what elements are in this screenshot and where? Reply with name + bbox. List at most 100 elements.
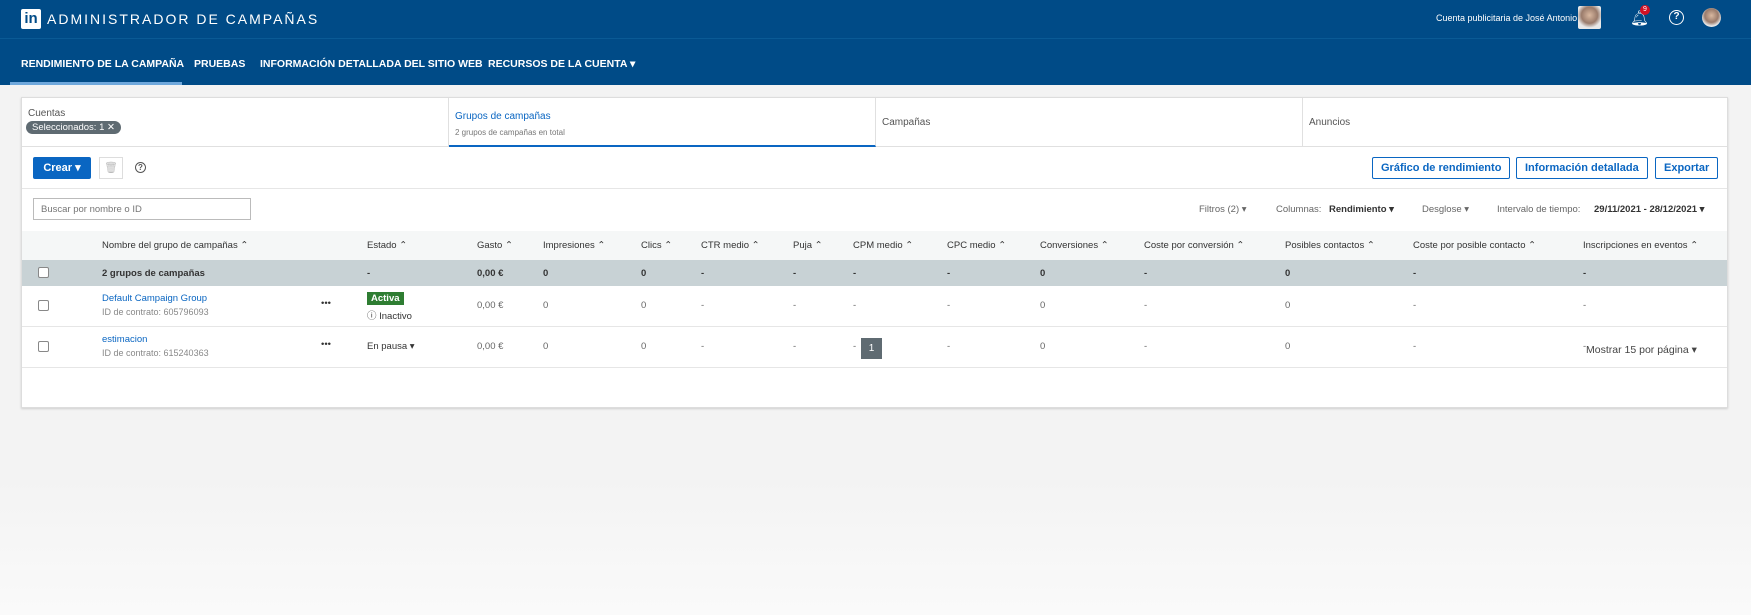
campaign-group-link[interactable]: Default Campaign Group — [102, 293, 207, 304]
app-title: ADMINISTRADOR DE CAMPAÑAS — [47, 11, 320, 27]
date-range-dropdown[interactable]: 29/11/2021 - 28/12/2021 ▾ — [1594, 204, 1704, 215]
filters-dropdown[interactable]: Filtros (2) ▾ — [1199, 204, 1247, 215]
summary-cell: 0 — [1040, 268, 1046, 279]
nav-tests[interactable]: PRUEBAS — [194, 58, 245, 70]
data-cell: 0 — [1285, 341, 1291, 352]
column-header[interactable]: Estado ⌃ — [367, 240, 407, 251]
data-cell: 0 — [543, 341, 549, 352]
top-bar: in ADMINISTRADOR DE CAMPAÑAS Cuenta publ… — [0, 0, 1751, 39]
column-header[interactable]: Conversiones ⌃ — [1040, 240, 1109, 251]
date-range-label: Intervalo de tiempo: — [1497, 204, 1581, 215]
summary-cell: 0 — [543, 268, 549, 279]
data-cell: 0 — [1040, 341, 1046, 352]
columns-dropdown[interactable]: Rendimiento ▾ — [1329, 204, 1394, 215]
tab-ads[interactable]: Anuncios — [1303, 98, 1727, 147]
tab-accounts[interactable]: Cuentas Seleccionados: 1 ✕ — [22, 98, 449, 147]
data-cell: - — [853, 300, 857, 311]
data-cell: 0 — [1040, 300, 1046, 311]
more-actions-icon[interactable]: ••• — [321, 339, 331, 350]
data-cell: - — [701, 341, 705, 352]
column-header[interactable]: Coste por posible contacto ⌃ — [1413, 240, 1536, 251]
column-header[interactable]: Inscripciones en eventos ⌃ — [1583, 240, 1698, 251]
table-header: Nombre del grupo de campañas ⌃ Estado ⌃ Ga… — [22, 231, 1727, 260]
columns-value: Rendimiento ▾ — [1329, 204, 1394, 215]
summary-cell: 2 grupos de campañas — [102, 268, 205, 279]
help-icon[interactable]: ? — [1669, 10, 1684, 25]
column-header[interactable]: Coste por conversión ⌃ — [1144, 240, 1244, 251]
data-cell: - — [853, 341, 857, 352]
more-actions-icon[interactable]: ••• — [321, 298, 331, 309]
column-header[interactable]: Nombre del grupo de campañas ⌃ — [102, 240, 248, 251]
contract-id: ID de contrato: 605796093 — [102, 307, 209, 317]
selected-accounts-chip[interactable]: Seleccionados: 1 ✕ — [26, 121, 121, 134]
column-header[interactable]: Puja ⌃ — [793, 240, 823, 251]
data-cell: - — [793, 341, 797, 352]
summary-cell: - — [1583, 268, 1587, 279]
summary-cell: 0 — [1285, 268, 1291, 279]
insights-button[interactable]: Información detallada — [1516, 157, 1648, 179]
export-button[interactable]: Exportar — [1655, 157, 1719, 179]
user-avatar[interactable] — [1702, 8, 1721, 27]
substatus: ⓘ Inactivo — [367, 311, 412, 322]
row-checkbox[interactable] — [38, 341, 49, 352]
summary-cell: - — [367, 268, 371, 279]
column-header[interactable]: CPC medio ⌃ — [947, 240, 1006, 251]
data-cell: 0,00 € — [477, 341, 504, 352]
data-cell: - — [1583, 300, 1587, 311]
column-header[interactable]: CPM medio ⌃ — [853, 240, 913, 251]
tab-subtitle: 2 grupos de campañas en total — [455, 128, 565, 137]
campaign-groups-panel: Cuentas Seleccionados: 1 ✕ Grupos de cam… — [21, 97, 1728, 408]
column-header[interactable]: Impresiones ⌃ — [543, 240, 605, 251]
summary-cell: - — [701, 268, 705, 279]
row-checkbox[interactable] — [38, 300, 49, 311]
tab-label: Grupos de campañas — [455, 111, 551, 122]
data-cell: - — [947, 341, 951, 352]
notification-badge: 9 — [1640, 5, 1650, 15]
column-header[interactable]: Gasto ⌃ — [477, 240, 513, 251]
summary-cell: 0 — [641, 268, 647, 279]
column-header[interactable]: CTR medio ⌃ — [701, 240, 760, 251]
breakdown-dropdown[interactable]: Desglose ▾ — [1422, 204, 1469, 215]
column-header[interactable]: Clics ⌃ — [641, 240, 672, 251]
columns-label: Columnas: — [1276, 204, 1322, 215]
campaign-group-link[interactable]: estimacion — [102, 334, 147, 345]
account-avatar[interactable] — [1578, 6, 1601, 29]
account-name[interactable]: Cuenta publicitaria de José Antonio — [1436, 13, 1577, 23]
summary-cell: - — [1413, 268, 1417, 279]
data-cell: - — [947, 300, 951, 311]
tab-campaign-groups[interactable]: Grupos de campañas 2 grupos de campañas … — [449, 98, 876, 147]
tab-label: Campañas — [882, 117, 931, 128]
nav-campaign-performance[interactable]: RENDIMIENTO DE LA CAMPAÑA — [21, 58, 184, 70]
column-header[interactable]: Posibles contactos ⌃ — [1285, 240, 1375, 251]
summary-cell: - — [947, 268, 951, 279]
search-input[interactable] — [33, 198, 251, 220]
nav-website-insights[interactable]: INFORMACIÓN DETALLADA DEL SITIO WEB — [260, 58, 483, 70]
data-cell: 0 — [641, 300, 647, 311]
linkedin-logo[interactable]: in — [21, 9, 41, 29]
data-cell: 0,00 € — [477, 300, 504, 311]
nav-account-resources[interactable]: RECURSOS DE LA CUENTA ▾ — [488, 58, 635, 70]
summary-cell: - — [853, 268, 857, 279]
status-dropdown[interactable]: En pausa ▾ — [367, 341, 415, 352]
create-button[interactable]: Crear ▾ — [33, 157, 91, 179]
active-nav-indicator — [10, 82, 182, 85]
data-cell: - — [1144, 341, 1148, 352]
data-cell: - — [1144, 300, 1148, 311]
data-cell: - — [1413, 300, 1417, 311]
tab-label: Cuentas — [28, 108, 66, 119]
data-cell: 0 — [543, 300, 549, 311]
tab-campaigns[interactable]: Campañas — [876, 98, 1303, 147]
delete-button[interactable]: 🗑 — [99, 157, 123, 179]
help-icon[interactable]: ? — [135, 162, 146, 173]
contract-id: ID de contrato: 615240363 — [102, 348, 209, 358]
summary-cell: 0,00 € — [477, 268, 504, 279]
data-cell: - — [793, 300, 797, 311]
page-1-button[interactable]: 1 — [861, 338, 882, 359]
summary-cell: - — [1144, 268, 1148, 279]
data-cell: 0 — [1285, 300, 1291, 311]
data-cell: - — [701, 300, 705, 311]
performance-chart-button[interactable]: Gráfico de rendimiento — [1372, 157, 1511, 179]
per-page-dropdown[interactable]: Mostrar 15 por página ▾ — [1586, 344, 1697, 356]
data-cell: - — [1413, 341, 1417, 352]
select-all-checkbox[interactable] — [38, 267, 49, 278]
